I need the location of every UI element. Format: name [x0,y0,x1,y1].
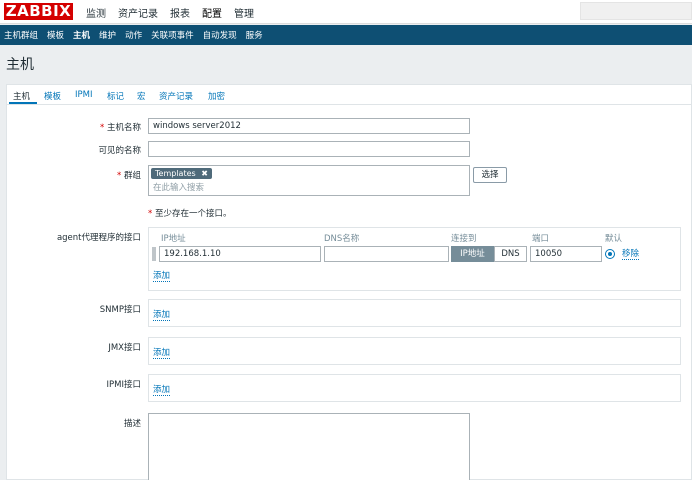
ipmi-interface-label: IPMI接口 [106,380,141,390]
interface-note-text: 至少存在一个接口。 [154,209,232,219]
interface-required-note: * 至少存在一个接口。 [148,207,231,219]
menu-reports[interactable]: 报表 [169,5,191,20]
jmx-interface-box: 添加 [148,337,681,365]
column-connect-to: 连接到 [451,234,477,244]
tab-host[interactable]: 主机 [13,90,30,102]
main-menu: 监测 资产记录 报表 配置 管理 [85,0,255,24]
agent-ip-input[interactable]: 192.168.1.10 [159,246,321,262]
group-tag-label: Templates [155,169,196,178]
visible-name-label: 可见的名称 [98,146,141,156]
column-ip-address: IP地址 [161,234,186,244]
groups-label-text: 群组 [123,171,141,181]
groups-search-placeholder[interactable]: 在此输入搜索 [153,181,204,193]
tab-encryption[interactable]: 加密 [208,90,225,102]
menu-configuration[interactable]: 配置 [201,5,223,20]
column-dns-name: DNS名称 [324,234,360,244]
submenu-maintenance[interactable]: 维护 [99,29,116,41]
add-snmp-interface-link[interactable]: 添加 [153,310,171,321]
agent-port-input[interactable]: 10050 [530,246,602,262]
add-ipmi-interface-link[interactable]: 添加 [153,385,171,396]
visible-name-input[interactable] [148,141,470,157]
submenu-services[interactable]: 服务 [246,29,263,41]
host-name-input[interactable]: windows server2012 [148,118,470,134]
active-tab-indicator [9,102,37,104]
description-label: 描述 [123,419,141,429]
select-groups-button[interactable]: 选择 [473,167,507,183]
tab-tags[interactable]: 标记 [107,90,124,102]
tab-inventory[interactable]: 资产记录 [159,90,193,102]
host-name-label: * 主机名称 [100,121,141,133]
global-search-input[interactable] [580,2,692,20]
tab-ipmi[interactable]: IPMI [75,90,92,100]
agent-dns-input[interactable] [324,246,449,262]
connect-ip-toggle[interactable]: IP地址 [451,246,494,262]
required-mark: * [100,123,105,133]
add-jmx-interface-link[interactable]: 添加 [153,348,171,359]
submenu-host-groups[interactable]: 主机群组 [4,29,38,41]
add-agent-interface-link[interactable]: 添加 [153,271,171,282]
top-navigation-bar: ZABBIX 监测 资产记录 报表 配置 管理 [0,0,692,24]
zabbix-logo[interactable]: ZABBIX [4,3,73,20]
menu-monitoring[interactable]: 监测 [85,5,107,20]
page-title: 主机 [6,57,34,73]
menu-inventory[interactable]: 资产记录 [117,5,159,20]
submenu-discovery[interactable]: 自动发现 [203,29,237,41]
snmp-interface-box: 添加 [148,299,681,327]
snmp-interface-label: SNMP接口 [99,305,141,315]
ipmi-interface-box: 添加 [148,374,681,402]
default-interface-radio[interactable] [605,249,615,259]
groups-multiselect[interactable]: Templates ✖ 在此输入搜索 [148,165,470,196]
host-form-panel: 主机 模板 IPMI 标记 宏 资产记录 加密 * 主机名称 windows s… [6,84,692,480]
submenu-templates[interactable]: 模板 [47,29,64,41]
sub-menu-bar: 主机群组 模板 主机 维护 动作 关联项事件 自动发现 服务 [0,25,692,45]
agent-interface-box: IP地址 DNS名称 连接到 端口 默认 192.168.1.10 IP地址 D… [148,227,681,291]
column-default: 默认 [605,234,623,244]
tab-macros[interactable]: 宏 [137,90,146,102]
host-name-label-text: 主机名称 [106,123,141,133]
submenu-event-correlation[interactable]: 关联项事件 [151,29,194,41]
connect-dns-toggle[interactable]: DNS [494,246,527,262]
jmx-interface-label: JMX接口 [108,343,141,353]
description-textarea[interactable] [148,413,470,480]
column-port: 端口 [532,234,550,244]
tab-templates[interactable]: 模板 [44,90,61,102]
agent-interface-label: agent代理程序的接口 [56,233,141,243]
menu-administration[interactable]: 管理 [233,5,255,20]
required-mark: * [117,171,122,181]
drag-handle-icon[interactable] [152,247,156,261]
submenu-hosts[interactable]: 主机 [73,29,90,41]
submenu-actions[interactable]: 动作 [125,29,142,41]
group-tag-templates: Templates ✖ [151,168,212,179]
form-tabs: 主机 模板 IPMI 标记 宏 资产记录 加密 [7,85,691,105]
remove-interface-link[interactable]: 移除 [622,249,640,260]
required-mark: * [148,209,153,219]
remove-tag-icon[interactable]: ✖ [201,169,208,178]
groups-label: * 群组 [117,169,141,181]
